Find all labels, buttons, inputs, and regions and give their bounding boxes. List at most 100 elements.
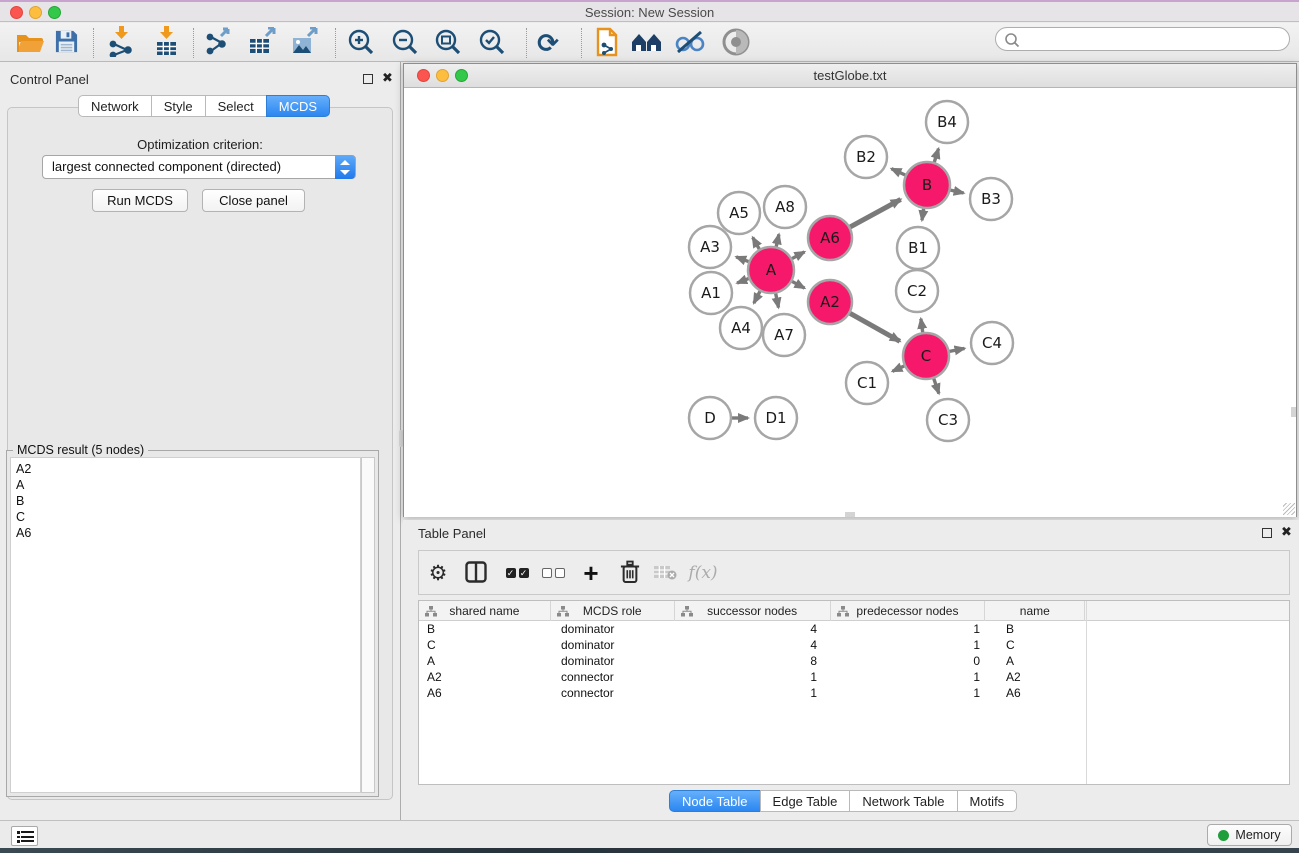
zoom-selected-button[interactable] xyxy=(475,26,509,60)
edge-A2-C[interactable] xyxy=(850,313,900,341)
node-A1[interactable]: A1 xyxy=(690,272,732,314)
network-window-titlebar[interactable]: testGlobe.txt xyxy=(404,64,1296,88)
first-neighbors-button[interactable] xyxy=(630,26,664,60)
hide-graphics-details-button[interactable] xyxy=(673,26,707,60)
node-C1[interactable]: C1 xyxy=(846,362,888,404)
mcds-result-list[interactable]: A2ABCA6 xyxy=(10,457,361,793)
export-image-button[interactable] xyxy=(287,26,321,60)
node-B3[interactable]: B3 xyxy=(970,178,1012,220)
edge-A-A6[interactable] xyxy=(792,252,804,259)
tab-style[interactable]: Style xyxy=(151,95,206,117)
close-panel-icon[interactable]: ✖ xyxy=(382,70,393,86)
node-C2[interactable]: C2 xyxy=(896,270,938,312)
export-network-button[interactable] xyxy=(202,26,236,60)
node-A8[interactable]: A8 xyxy=(764,186,806,228)
mcds-result-item[interactable]: A xyxy=(16,477,360,493)
open-session-button[interactable] xyxy=(13,26,47,60)
mcds-result-item[interactable]: A6 xyxy=(16,525,360,541)
add-column-button[interactable]: + xyxy=(575,557,607,589)
edge-B-B4[interactable] xyxy=(934,149,938,162)
float-panel-icon[interactable] xyxy=(363,74,373,84)
node-A7[interactable]: A7 xyxy=(763,314,805,356)
save-session-button[interactable] xyxy=(49,26,83,60)
node-B1[interactable]: B1 xyxy=(897,227,939,269)
edge-A-A5[interactable] xyxy=(753,237,760,249)
tab-mcds[interactable]: MCDS xyxy=(266,95,330,117)
node-A3[interactable]: A3 xyxy=(689,226,731,268)
import-table-button[interactable] xyxy=(149,26,183,60)
node-A[interactable]: A xyxy=(748,247,794,293)
tab-motifs[interactable]: Motifs xyxy=(957,790,1018,812)
scroll-nub-right[interactable] xyxy=(1291,407,1296,417)
edge-A6-B[interactable] xyxy=(850,199,900,227)
node-A4[interactable]: A4 xyxy=(720,307,762,349)
table-row-A[interactable]: Adominator80A xyxy=(419,653,1289,669)
table-row-C[interactable]: Cdominator41C xyxy=(419,637,1289,653)
network-canvas[interactable]: A A1 A2 A3 A4 A5 A6 A7 A8 B B1 B2 B3B4 C C1 C2 C3C4 D D1 xyxy=(404,89,1296,517)
delete-column-button[interactable] xyxy=(614,557,646,589)
node-A6[interactable]: A6 xyxy=(808,216,852,260)
node-A5[interactable]: A5 xyxy=(718,192,760,234)
zoom-in-button[interactable] xyxy=(344,26,378,60)
tab-edge-table[interactable]: Edge Table xyxy=(760,790,851,812)
export-table-button[interactable] xyxy=(244,26,278,60)
delete-table-button[interactable] xyxy=(649,557,681,589)
node-A2[interactable]: A2 xyxy=(808,280,852,324)
deselect-all-button[interactable] xyxy=(537,557,569,589)
edge-A-A3[interactable] xyxy=(736,257,748,262)
edge-A-A4[interactable] xyxy=(754,291,760,303)
node-C4[interactable]: C4 xyxy=(971,322,1013,364)
node-D1[interactable]: D1 xyxy=(755,397,797,439)
task-history-button[interactable] xyxy=(11,826,38,846)
mcds-result-scrollbar[interactable] xyxy=(361,457,375,793)
edge-A-A1[interactable] xyxy=(737,279,748,283)
refresh-view-button[interactable]: ⟳ xyxy=(531,26,565,60)
zoom-fit-button[interactable] xyxy=(431,26,465,60)
scroll-nub-bottom[interactable] xyxy=(845,512,855,517)
run-mcds-button[interactable]: Run MCDS xyxy=(92,189,188,212)
node-C[interactable]: C xyxy=(903,333,949,379)
edge-B-B2[interactable] xyxy=(891,169,905,175)
zoom-out-button[interactable] xyxy=(388,26,422,60)
edge-B-B3[interactable] xyxy=(950,190,963,193)
node-B2[interactable]: B2 xyxy=(845,136,887,178)
tab-select[interactable]: Select xyxy=(205,95,267,117)
select-all-button[interactable]: ✓✓ xyxy=(501,557,533,589)
import-network-button[interactable] xyxy=(104,26,138,60)
table-options-button[interactable]: ⚙ xyxy=(422,557,454,589)
node-D[interactable]: D xyxy=(689,397,731,439)
node-B[interactable]: B xyxy=(904,162,950,208)
window-resize-grip[interactable] xyxy=(1283,503,1295,515)
table-row-B[interactable]: Bdominator41B xyxy=(419,621,1289,637)
show-birds-eye-button[interactable] xyxy=(719,26,753,60)
function-builder-button[interactable]: f(x) xyxy=(687,557,719,589)
mcds-result-item[interactable]: A2 xyxy=(16,461,360,477)
edge-B-B1[interactable] xyxy=(922,209,924,221)
edge-A-A7[interactable] xyxy=(776,294,779,308)
edge-C-C4[interactable] xyxy=(950,348,965,351)
edge-A-A8[interactable] xyxy=(776,234,779,246)
column-header-MCDS-role[interactable]: MCDS role xyxy=(551,601,675,621)
table-row-A2[interactable]: A2connector11A2 xyxy=(419,669,1289,685)
column-selector-button[interactable] xyxy=(460,557,492,589)
close-panel-button[interactable]: Close panel xyxy=(202,189,305,212)
column-header-successor-nodes[interactable]: successor nodes xyxy=(675,601,831,621)
float-panel-icon[interactable] xyxy=(1262,528,1272,538)
edge-C-C3[interactable] xyxy=(934,379,939,394)
edge-A-A2[interactable] xyxy=(792,281,804,288)
tab-network-table[interactable]: Network Table xyxy=(849,790,957,812)
tab-node-table[interactable]: Node Table xyxy=(669,790,761,812)
node-C3[interactable]: C3 xyxy=(927,399,969,441)
search-input[interactable] xyxy=(1022,29,1282,49)
memory-button[interactable]: Memory xyxy=(1207,824,1292,846)
edge-C-C2[interactable] xyxy=(921,319,923,332)
edge-C-C1[interactable] xyxy=(892,366,904,371)
node-B4[interactable]: B4 xyxy=(926,101,968,143)
new-network-from-selection-button[interactable] xyxy=(590,26,624,60)
column-header-predecessor-nodes[interactable]: predecessor nodes xyxy=(831,601,986,621)
criterion-dropdown[interactable]: largest connected component (directed) xyxy=(42,155,356,179)
mcds-result-item[interactable]: B xyxy=(16,493,360,509)
close-panel-icon[interactable]: ✖ xyxy=(1281,524,1292,540)
table-row-A6[interactable]: A6connector11A6 xyxy=(419,685,1289,701)
tab-network[interactable]: Network xyxy=(78,95,152,117)
